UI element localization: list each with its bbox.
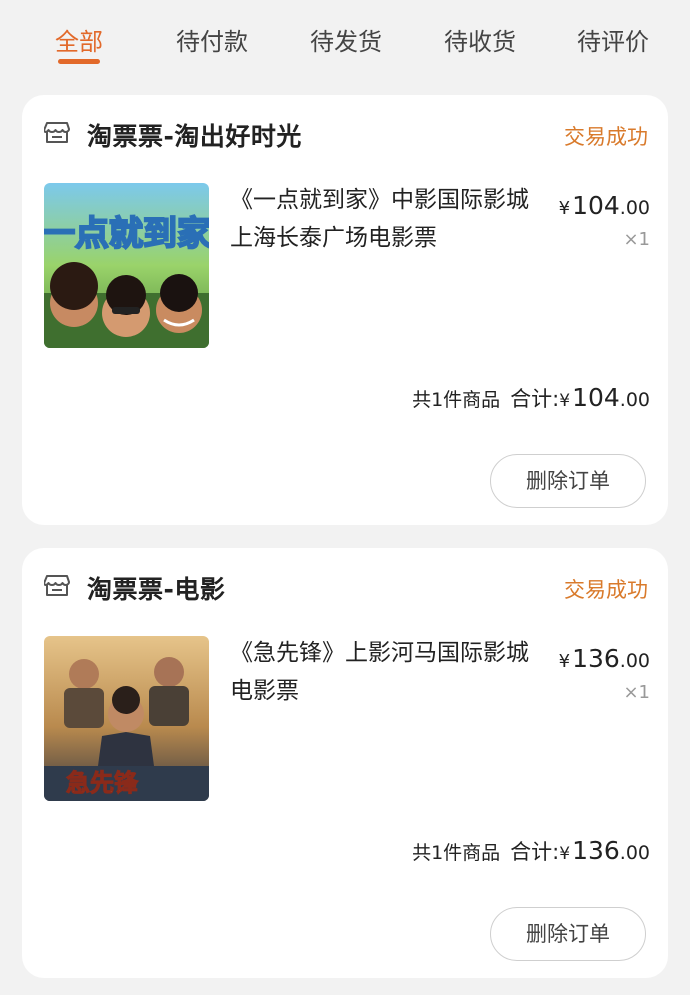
quantity: ×1 [623, 682, 650, 703]
tab-pending-receipt[interactable]: 待收货 [444, 22, 516, 57]
order-status: 交易成功 [564, 578, 648, 602]
quantity: ×1 [623, 229, 650, 250]
movie-poster-image[interactable]: 一点就到家 [44, 183, 209, 348]
poster-title-text: 一点就到家 [44, 214, 209, 254]
order-card[interactable]: 淘票票-电影 交易成功 急先锋 《急先锋》上影河马国际影城电影票 ¥136.00… [22, 548, 668, 978]
tab-pending-payment[interactable]: 待付款 [176, 22, 248, 57]
delete-order-button[interactable]: 删除订单 [490, 454, 646, 508]
item-count: 共1件商品 [412, 842, 501, 864]
order-summary: 共1件商品 合计:¥104.00 [412, 383, 650, 413]
poster-title-text: 急先锋 [66, 769, 139, 797]
order-summary: 共1件商品 合计:¥136.00 [412, 836, 650, 866]
tab-pending-shipment[interactable]: 待发货 [310, 22, 382, 57]
item-count: 共1件商品 [412, 389, 501, 411]
shop-icon [44, 122, 70, 143]
unit-price: ¥136.00 [558, 644, 650, 673]
order-status-tabs: 全部 待付款 待发货 待收货 待评价 [0, 0, 690, 80]
product-title[interactable]: 《一点就到家》中影国际影城上海长泰广场电影票 [230, 181, 548, 257]
active-tab-indicator [58, 59, 100, 64]
tab-pending-review[interactable]: 待评价 [577, 22, 649, 57]
shop-icon [44, 575, 70, 596]
total-label: 合计: [510, 387, 560, 411]
tab-all[interactable]: 全部 [55, 22, 103, 57]
delete-order-button[interactable]: 删除订单 [490, 907, 646, 961]
total-amount: ¥136.00 [559, 836, 650, 865]
shop-name[interactable]: 淘票票-电影 [87, 570, 225, 606]
product-title[interactable]: 《急先锋》上影河马国际影城电影票 [230, 634, 548, 710]
order-status: 交易成功 [564, 125, 648, 149]
total-amount: ¥104.00 [559, 383, 650, 412]
unit-price: ¥104.00 [558, 191, 650, 220]
total-label: 合计: [510, 840, 560, 864]
shop-name[interactable]: 淘票票-淘出好时光 [87, 117, 302, 153]
movie-poster-image[interactable]: 急先锋 [44, 636, 209, 801]
order-card[interactable]: 淘票票-淘出好时光 交易成功 一点就到家 《一点就到家》中影国际影城上海长泰广场… [22, 95, 668, 525]
